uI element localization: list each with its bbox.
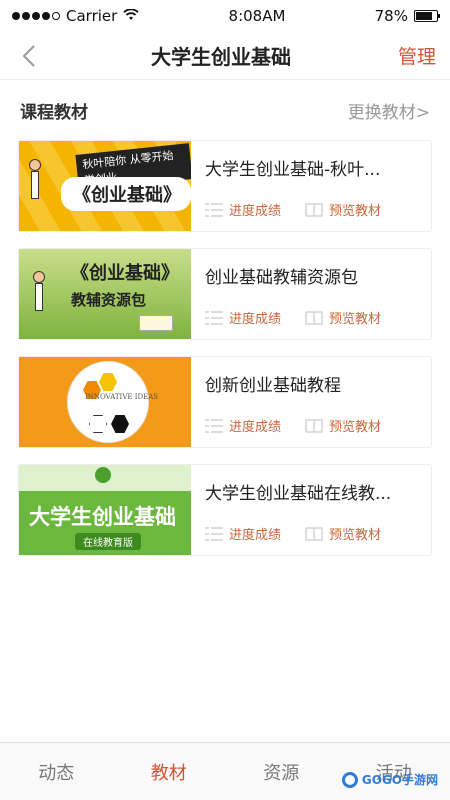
card-body: 创新创业基础教程 进度成绩 预览教材 [191, 357, 431, 447]
book-icon [305, 526, 324, 541]
preview-button[interactable]: 预览教材 [305, 524, 381, 543]
status-bar: Carrier 8:08AM 78% [0, 0, 450, 32]
nav-bar: 大学生创业基础 管理 [0, 32, 450, 80]
book-card[interactable]: 秋叶陪你 从零开始学创业 《创业基础》 大学生创业基础-秋叶... 进度成绩 预… [18, 140, 432, 232]
book-title: 大学生创业基础-秋叶... [205, 160, 381, 180]
book-card[interactable]: 大学生创业基础 在线教育版 大学生创业基础在线教... 进度成绩 预览教材 [18, 464, 432, 556]
book-title: 创新创业基础教程 [205, 376, 341, 396]
cover-line1: 《创业基础》 [71, 263, 179, 284]
cover-text: INNOVATIVE IDEAS [85, 393, 159, 401]
book-cover-image: 大学生创业基础 在线教育版 [19, 465, 191, 555]
card-body: 大学生创业基础在线教... 进度成绩 预览教材 [191, 465, 431, 555]
card-actions: 进度成绩 预览教材 [205, 200, 417, 231]
card-actions: 进度成绩 预览教材 [205, 416, 417, 447]
book-cover-image: INNOVATIVE IDEAS [19, 357, 191, 447]
preview-button[interactable]: 预览教材 [305, 416, 381, 435]
section-title: 课程教材 [20, 102, 88, 123]
battery-percent: 78% [374, 7, 408, 25]
preview-label: 预览教材 [329, 420, 382, 435]
cover-figure-body [35, 283, 43, 311]
card-actions: 进度成绩 预览教材 [205, 308, 417, 339]
progress-button[interactable]: 进度成绩 [205, 416, 281, 435]
progress-label: 进度成绩 [229, 420, 282, 435]
book-list: 秋叶陪你 从零开始学创业 《创业基础》 大学生创业基础-秋叶... 进度成绩 预… [0, 140, 450, 556]
book-title: 创业基础教辅资源包 [205, 268, 358, 288]
status-right: 78% [374, 7, 440, 25]
book-title: 大学生创业基础在线教... [205, 484, 392, 504]
card-body: 创业基础教辅资源包 进度成绩 预览教材 [191, 249, 431, 339]
progress-button[interactable]: 进度成绩 [205, 524, 281, 543]
switch-textbook-link[interactable]: 更换教材> [348, 98, 430, 123]
page-title: 大学生创业基础 [150, 45, 291, 69]
preview-label: 预览教材 [329, 204, 382, 219]
signal-icon [12, 12, 60, 20]
preview-button[interactable]: 预览教材 [305, 200, 381, 219]
book-icon [305, 202, 324, 217]
wifi-icon [123, 7, 139, 25]
list-icon [205, 202, 223, 217]
manage-button[interactable]: 管理 [398, 42, 436, 69]
battery-icon [413, 10, 440, 22]
list-icon [205, 418, 223, 433]
preview-label: 预览教材 [329, 528, 382, 543]
progress-button[interactable]: 进度成绩 [205, 200, 281, 219]
preview-label: 预览教材 [329, 312, 382, 327]
list-icon [205, 310, 223, 325]
progress-label: 进度成绩 [229, 204, 282, 219]
book-card[interactable]: 《创业基础》 教辅资源包 创业基础教辅资源包 进度成绩 预览教材 [18, 248, 432, 340]
back-icon[interactable] [14, 41, 44, 71]
section-header: 课程教材 更换教材> [0, 80, 450, 140]
watermark-text: GOGO手游网 [361, 773, 438, 787]
cover-logo-icon [95, 467, 111, 483]
tab-textbooks[interactable]: 教材 [113, 743, 226, 800]
cover-line2: 教辅资源包 [71, 291, 147, 309]
book-cover-image: 《创业基础》 教辅资源包 [19, 249, 191, 339]
list-icon [205, 526, 223, 541]
tab-dynamics[interactable]: 动态 [0, 743, 113, 800]
book-icon [305, 310, 324, 325]
carrier-label: Carrier [66, 7, 118, 25]
card-body: 大学生创业基础-秋叶... 进度成绩 预览教材 [191, 141, 431, 231]
watermark-logo: GOGO手游网 [341, 771, 438, 788]
tab-resources[interactable]: 资源 [225, 743, 338, 800]
cover-figure-head [33, 271, 45, 283]
card-actions: 进度成绩 预览教材 [205, 524, 417, 555]
status-left: Carrier [12, 7, 139, 25]
cover-main-title: 大学生创业基础 [29, 504, 176, 529]
progress-label: 进度成绩 [229, 312, 282, 327]
status-time: 8:08AM [228, 7, 286, 25]
cover-badge: 《创业基础》 [61, 177, 191, 211]
book-card[interactable]: INNOVATIVE IDEAS 创新创业基础教程 进度成绩 预览教材 [18, 356, 432, 448]
cover-subtitle: 在线教育版 [75, 533, 141, 550]
progress-button[interactable]: 进度成绩 [205, 308, 281, 327]
cover-book-graphic [139, 315, 173, 331]
preview-button[interactable]: 预览教材 [305, 308, 381, 327]
cover-figure-head [29, 159, 41, 171]
cover-figure-body [31, 171, 39, 199]
book-cover-image: 秋叶陪你 从零开始学创业 《创业基础》 [19, 141, 191, 231]
progress-label: 进度成绩 [229, 528, 282, 543]
watermark-icon [341, 771, 358, 788]
book-icon [305, 418, 324, 433]
